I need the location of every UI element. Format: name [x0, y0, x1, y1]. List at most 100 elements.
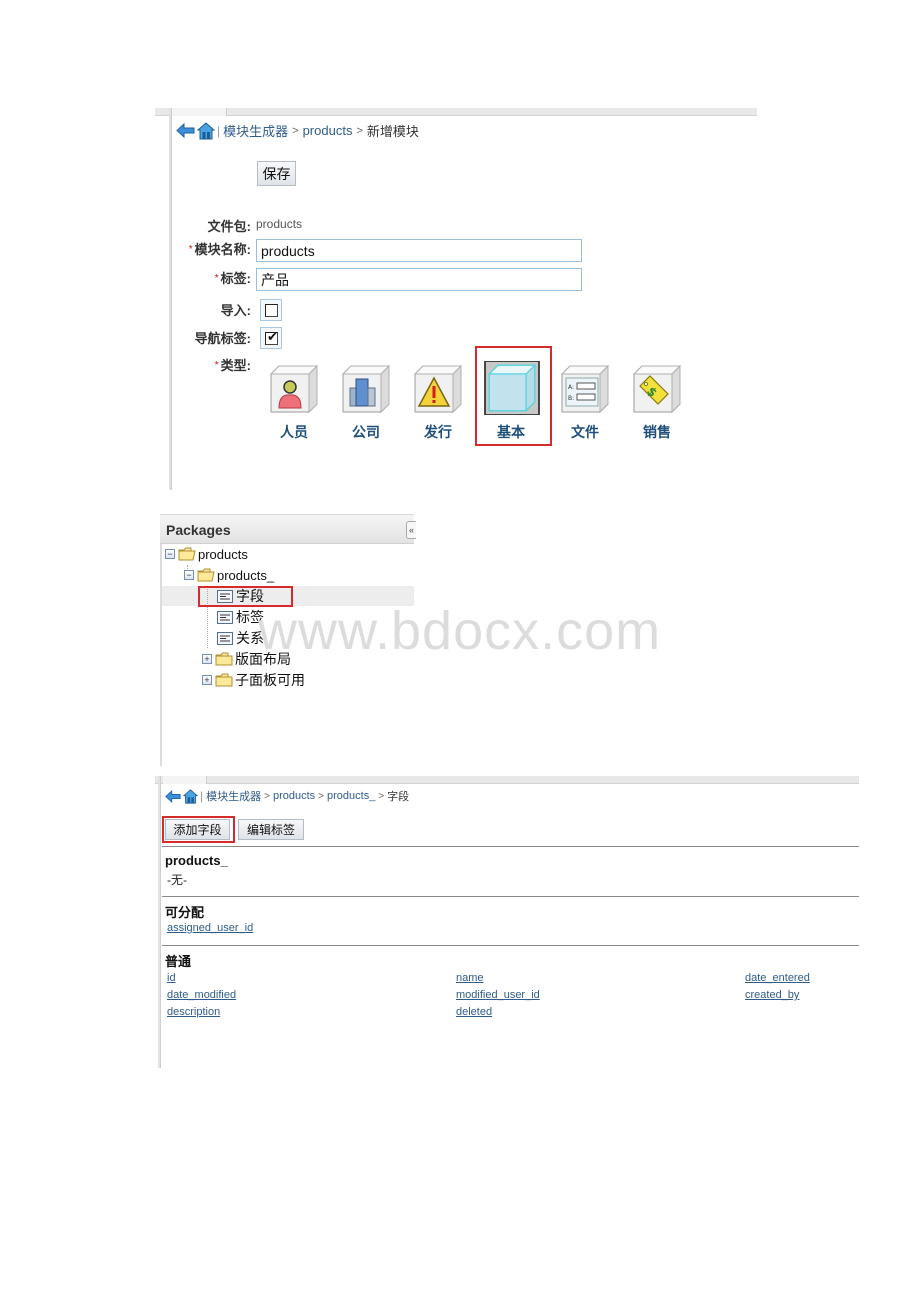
- packages-header: Packages «: [160, 514, 416, 544]
- type-tile-issue[interactable]: 发行: [405, 364, 471, 444]
- required-mark: *: [214, 273, 219, 284]
- nav-tab-checkbox[interactable]: ✔: [260, 327, 282, 349]
- type-tile-file[interactable]: A: B: 文件: [552, 364, 618, 444]
- warning-cube-icon: [413, 364, 463, 414]
- tree-node-labels[interactable]: 标签: [217, 607, 264, 627]
- type-label-person: 人员: [280, 424, 308, 440]
- panel-top-bar: [155, 776, 859, 784]
- breadcrumb-gt: >: [264, 790, 270, 802]
- expand-toggle-icon[interactable]: +: [202, 654, 212, 664]
- home-icon[interactable]: [183, 788, 198, 804]
- tree-node-label: products_: [217, 567, 275, 583]
- module-name-label: * 模块名称:: [188, 242, 251, 257]
- divider: [162, 896, 859, 897]
- tree-node-label: 标签: [236, 609, 264, 625]
- package-label: 文件包:: [207, 219, 251, 234]
- edit-labels-button[interactable]: 编辑标签: [238, 819, 304, 840]
- breadcrumb-products[interactable]: products: [303, 123, 353, 138]
- panel-left-border: [158, 776, 161, 1068]
- module-name-input[interactable]: [256, 239, 582, 262]
- breadcrumb-gt: >: [378, 790, 385, 802]
- section-title-module: products_: [165, 853, 228, 868]
- breadcrumb-separator: |: [200, 789, 204, 803]
- file-form-cube-icon: A: B:: [560, 364, 610, 414]
- tree-node-relationships[interactable]: 关系: [217, 628, 264, 648]
- type-label-company: 公司: [352, 424, 380, 440]
- section-title-default: 普通: [165, 954, 192, 969]
- tag-label: * 标签:: [214, 271, 251, 286]
- package-value: products: [256, 217, 303, 231]
- breadcrumb-separator: |: [217, 123, 221, 138]
- field-link-date-entered[interactable]: date_entered: [745, 972, 810, 984]
- fields-panel: | 模块生成器 > products > products_ > 字段 添加字段…: [155, 776, 859, 1068]
- tree-node-label: products: [198, 546, 248, 562]
- field-link-deleted[interactable]: deleted: [456, 1006, 492, 1018]
- breadcrumb-gt: >: [318, 790, 325, 802]
- panel-top-bar: [155, 108, 757, 116]
- field-link-modified-user-id[interactable]: modified_user_id: [456, 989, 540, 1001]
- basic-cube-icon: [484, 361, 540, 415]
- folder-open-icon: [197, 568, 215, 582]
- packages-title: Packages: [166, 522, 231, 538]
- type-label-basic: 基本: [497, 424, 525, 440]
- breadcrumb-products[interactable]: products: [273, 790, 315, 802]
- svg-text:A:: A:: [568, 384, 574, 391]
- breadcrumb-current: 字段: [387, 791, 410, 803]
- type-tile-company[interactable]: 公司: [333, 364, 399, 444]
- field-link-created-by[interactable]: created_by: [745, 989, 799, 1001]
- folder-icon: [215, 673, 233, 687]
- back-arrow-icon[interactable]: [176, 123, 195, 138]
- save-button[interactable]: 保存: [257, 161, 296, 186]
- tab-stub: [171, 108, 227, 116]
- collapse-toggle-icon[interactable]: −: [165, 549, 175, 559]
- field-link-assigned-user-id[interactable]: assigned_user_id: [167, 922, 253, 934]
- required-mark: *: [188, 244, 193, 255]
- import-label: 导入:: [220, 303, 251, 318]
- nav-tab-label: 导航标签:: [194, 331, 251, 346]
- add-field-highlight: [162, 816, 235, 843]
- collapse-toggle-icon[interactable]: −: [184, 570, 194, 580]
- expand-toggle-icon[interactable]: +: [202, 675, 212, 685]
- type-tile-sale[interactable]: $ 销售: [624, 364, 690, 444]
- list-leaf-icon: [217, 631, 233, 645]
- type-tile-person[interactable]: 人员: [261, 364, 327, 444]
- panel-left-border: [160, 514, 162, 766]
- section-title-assignable: 可分配: [165, 905, 205, 920]
- breadcrumb-products-underscore[interactable]: products_: [327, 790, 375, 802]
- tree-node-products[interactable]: − products: [165, 544, 248, 564]
- tree-node-products-underscore[interactable]: − products_: [184, 565, 274, 585]
- new-module-panel: | 模块生成器 > products > 新增模块 保存 文件包: produc…: [155, 108, 757, 490]
- breadcrumb-module-builder[interactable]: 模块生成器: [223, 121, 288, 140]
- person-cube-icon: [269, 364, 319, 414]
- tree-node-label: 子面板可用: [235, 672, 305, 688]
- tree-node-label: 版面布局: [235, 651, 291, 667]
- divider: [162, 945, 859, 946]
- import-checkbox[interactable]: [260, 299, 282, 321]
- tree-node-layouts[interactable]: + 版面布局: [202, 649, 291, 669]
- type-tile-basic[interactable]: 基本: [478, 361, 544, 441]
- type-label-sale: 销售: [643, 424, 671, 440]
- field-link-id[interactable]: id: [167, 972, 176, 984]
- tag-input[interactable]: [256, 268, 582, 291]
- panel-left-border: [169, 108, 172, 490]
- required-mark: *: [214, 360, 219, 371]
- tree-node-subpanels[interactable]: + 子面板可用: [202, 670, 305, 690]
- tree-selected-highlight: [198, 586, 293, 607]
- home-icon[interactable]: [197, 121, 215, 140]
- tree-node-label: 关系: [236, 630, 264, 646]
- svg-text:B:: B:: [568, 395, 574, 402]
- breadcrumb: | 模块生成器 > products > products_ > 字段: [165, 788, 409, 804]
- section-empty-note: -无-: [167, 873, 187, 887]
- type-label-file: 文件: [571, 424, 599, 440]
- field-link-name[interactable]: name: [456, 972, 484, 984]
- field-link-description[interactable]: description: [167, 1006, 220, 1018]
- field-link-date-modified[interactable]: date_modified: [167, 989, 236, 1001]
- collapse-panel-button[interactable]: «: [406, 521, 416, 539]
- breadcrumb-gt: >: [356, 124, 363, 137]
- breadcrumb-current: 新增模块: [366, 124, 419, 139]
- company-building-cube-icon: [341, 364, 391, 414]
- breadcrumb-module-builder[interactable]: 模块生成器: [206, 788, 261, 804]
- list-leaf-icon: [217, 610, 233, 624]
- back-arrow-icon[interactable]: [165, 789, 181, 803]
- sale-tag-cube-icon: $: [632, 364, 682, 414]
